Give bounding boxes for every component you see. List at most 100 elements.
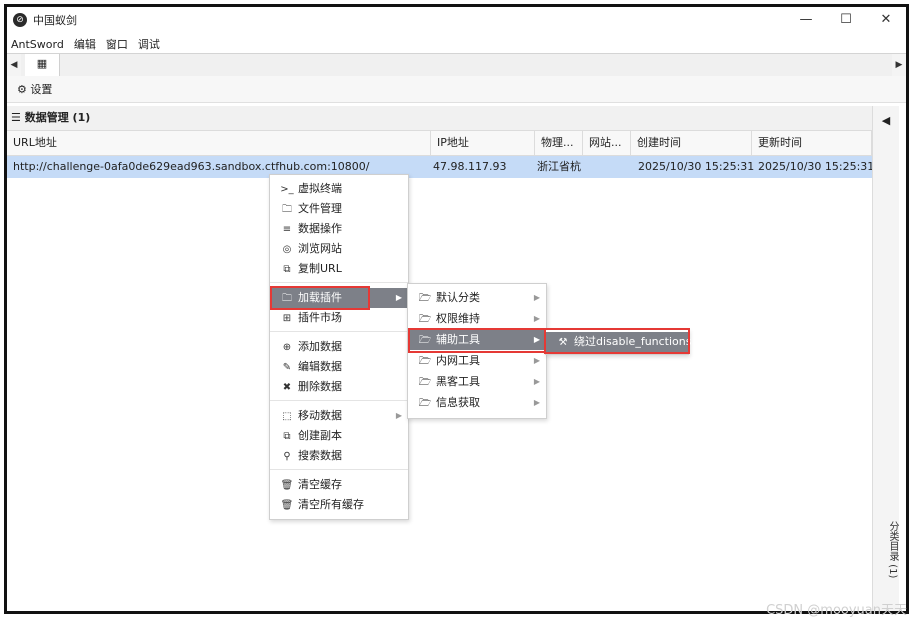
menu-item-label: 清空缓存 (298, 478, 342, 491)
menu-item-file-manager[interactable]: 🗀 文件管理 (270, 199, 408, 219)
menu-item-label: 信息获取 (436, 396, 480, 409)
menu-item-search-data[interactable]: ⚲ 搜索数据 (270, 446, 408, 466)
edit-icon: ✎ (282, 362, 292, 373)
menu-item-duplicate[interactable]: ⧉ 创建副本 (270, 426, 408, 446)
menu-item-label: 移动数据 (298, 409, 342, 422)
menu-item-terminal[interactable]: >_ 虚拟终端 (270, 179, 408, 199)
cell-ip: 47.98.117.93 (433, 160, 507, 173)
menu-item-label: 编辑数据 (298, 360, 342, 373)
title-bar: ⊘ 中国蚁剑 — ☐ ✕ (7, 7, 906, 33)
menu-item-label: 添加数据 (298, 340, 342, 353)
submenu-arrow-icon: ▶ (533, 293, 540, 302)
menu-item-delete-data[interactable]: ✖ 删除数据 (270, 377, 408, 397)
menu-bar: AntSword 编辑 窗口 调试 (7, 34, 906, 54)
maximize-button[interactable]: ☐ (826, 7, 866, 33)
search-icon: ⚲ (283, 451, 291, 462)
close-button[interactable]: ✕ (866, 7, 906, 33)
category-rail: ◀ 分类目录 (1) (873, 106, 899, 611)
column-url[interactable]: URL地址 (7, 131, 431, 155)
tab-strip: ◀ ▦ ▶ (7, 53, 906, 77)
trash-icon: 🗑 (280, 480, 294, 491)
menu-item-label: 数据操作 (298, 222, 342, 235)
collapse-arrow-icon[interactable]: ◀ (873, 114, 899, 127)
menu-item-clear-cache[interactable]: 🗑 清空缓存 (270, 475, 408, 495)
menu-window[interactable]: 窗口 (106, 36, 128, 52)
menu-item-database[interactable]: ≡ 数据操作 (270, 219, 408, 239)
column-created[interactable]: 创建时间 (631, 131, 752, 155)
context-menu: >_ 虚拟终端 🗀 文件管理 ≡ 数据操作 ◎ 浏览网站 ⧉ 复制URL 🗀 加载插件 ▶ ⊞… (269, 174, 409, 520)
submenu-item-intranet[interactable]: 🗁 内网工具 ▶ (408, 351, 546, 371)
menu-item-label: 虚拟终端 (298, 182, 342, 195)
cell-location: 浙江省杭 (537, 160, 581, 173)
menu-item-clear-all-cache[interactable]: 🗑 清空所有缓存 (270, 495, 408, 515)
table-row[interactable]: http://challenge-0afa0de629ead963.sandbo… (7, 156, 872, 178)
menu-edit[interactable]: 编辑 (74, 36, 96, 52)
submenu-item-info[interactable]: 🗁 信息获取 ▶ (408, 393, 546, 413)
plus-circle-icon: ⊕ (282, 342, 292, 353)
copy-icon: ⧉ (283, 264, 291, 275)
submenu-arrow-icon: ▶ (533, 377, 540, 386)
menu-debug[interactable]: 调试 (138, 36, 160, 52)
submenu-arrow-icon: ▶ (395, 411, 402, 420)
panel-title: 数据管理 (1) (24, 111, 91, 124)
window-title: 中国蚁剑 (33, 14, 77, 27)
gear-icon: ⚙ (17, 83, 27, 96)
antsword-logo-icon: ⊘ (13, 13, 27, 27)
tab-scroll-left-icon[interactable]: ◀ (7, 54, 21, 76)
trash-icon: 🗑 (280, 500, 294, 511)
column-ip[interactable]: IP地址 (431, 131, 535, 155)
menu-item-label: 插件市场 (298, 311, 342, 324)
menu-item-label: 清空所有缓存 (298, 498, 364, 511)
folder-open-icon: 🗁 (418, 398, 432, 409)
menu-antsword[interactable]: AntSword (11, 38, 64, 51)
folder-open-icon: 🗁 (418, 377, 432, 388)
menu-item-edit-data[interactable]: ✎ 编辑数据 (270, 357, 408, 377)
toolbar: ⚙ 设置 (7, 76, 906, 103)
submenu-item-hacker[interactable]: 🗁 黑客工具 ▶ (408, 372, 546, 392)
menu-item-move-data[interactable]: ⬚ 移动数据 ▶ (270, 406, 408, 426)
grid-header: URL地址 IP地址 物理... 网站... 创建时间 更新时间 (7, 131, 872, 156)
menu-item-add-data[interactable]: ⊕ 添加数据 (270, 337, 408, 357)
highlight-box-bypass (544, 328, 690, 354)
submenu-arrow-icon: ▶ (533, 314, 540, 323)
menu-item-label: 创建副本 (298, 429, 342, 442)
submenu-arrow-icon: ▶ (533, 398, 540, 407)
delete-icon: ✖ (282, 382, 292, 393)
move-icon: ⬚ (282, 411, 292, 422)
grid-icon: ▦ (36, 57, 48, 70)
column-location[interactable]: 物理... (535, 131, 583, 155)
highlight-box-load-plugin (270, 286, 370, 310)
menu-divider (270, 282, 408, 283)
menu-item-browse[interactable]: ◎ 浏览网站 (270, 239, 408, 259)
menu-item-label: 内网工具 (436, 354, 480, 367)
tab-home[interactable]: ▦ (25, 54, 60, 76)
chrome-icon: ◎ (282, 244, 292, 255)
menu-item-plugin-market[interactable]: ⊞ 插件市场 (270, 308, 408, 328)
cell-site (583, 156, 631, 178)
category-label[interactable]: 分类目录 (1) (885, 521, 900, 578)
watermark: CSDN @mooyuan天天 (766, 603, 907, 618)
submenu-item-persistence[interactable]: 🗁 权限维持 ▶ (408, 309, 546, 329)
folder-open-icon: 🗁 (418, 356, 432, 367)
menu-item-copy-url[interactable]: ⧉ 复制URL (270, 259, 408, 279)
menu-item-label: 默认分类 (436, 291, 480, 304)
panel-header: ☰ 数据管理 (1) (7, 106, 872, 131)
menu-item-label: 文件管理 (298, 202, 342, 215)
submenu-item-default[interactable]: 🗁 默认分类 ▶ (408, 288, 546, 308)
menu-item-label: 黑客工具 (436, 375, 480, 388)
folder-open-icon: 🗁 (418, 293, 432, 304)
menu-item-label: 权限维持 (436, 312, 480, 325)
copy-icon: ⧉ (283, 431, 291, 442)
column-site[interactable]: 网站... (583, 131, 631, 155)
cell-updated: 2025/10/30 15:25:31 (758, 160, 872, 173)
list-icon: ☰ (11, 111, 21, 124)
folder-icon: 🗀 (282, 204, 292, 215)
folder-open-icon: 🗁 (418, 314, 432, 325)
minimize-button[interactable]: — (786, 7, 826, 33)
tab-scroll-right-icon[interactable]: ▶ (892, 54, 906, 76)
settings-button[interactable]: ⚙ 设置 (17, 81, 52, 97)
column-updated[interactable]: 更新时间 (752, 131, 872, 155)
app-window: ⊘ 中国蚁剑 — ☐ ✕ AntSword 编辑 窗口 调试 ◀ ▦ ▶ ⚙ 设… (4, 4, 909, 614)
menu-divider (270, 331, 408, 332)
menu-divider (270, 469, 408, 470)
